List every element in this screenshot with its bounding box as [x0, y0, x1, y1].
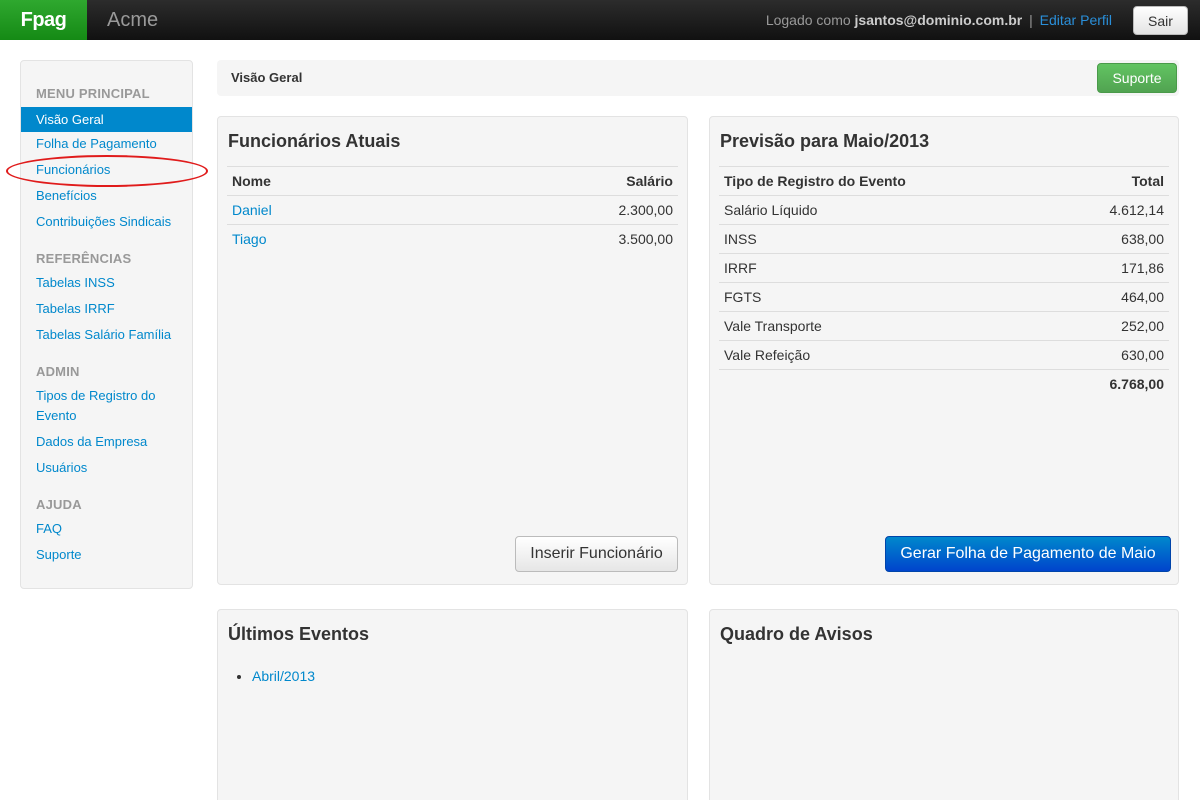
list-item: Abril/2013: [252, 666, 315, 686]
table-row: FGTS 464,00: [719, 282, 1169, 311]
table-row: Vale Transporte 252,00: [719, 311, 1169, 340]
sidebar: MENU PRINCIPAL Visão Geral Folha de Paga…: [20, 60, 193, 589]
sidebar-header-admin: ADMIN: [36, 364, 80, 379]
forecast-table: Tipo de Registro do Evento Total Salário…: [719, 166, 1169, 398]
sidebar-item-contribuicoes-sindicais[interactable]: Contribuições Sindicais: [36, 212, 171, 232]
column-header-salario: Salário: [626, 173, 673, 189]
notices-panel: Quadro de Avisos: [709, 609, 1179, 800]
support-button[interactable]: Suporte: [1097, 63, 1177, 93]
employee-salary: 2.300,00: [618, 202, 674, 218]
employee-name-link[interactable]: Daniel: [232, 196, 272, 225]
table-row: IRRF 171,86: [719, 253, 1169, 282]
sidebar-item-tabelas-salario-familia[interactable]: Tabelas Salário Família: [36, 325, 171, 345]
event-total: 171,86: [1121, 260, 1164, 276]
annotation-ellipse: [6, 155, 208, 187]
sidebar-item-visao-geral[interactable]: Visão Geral: [21, 107, 192, 132]
logged-as-label: Logado como: [765, 12, 851, 28]
sidebar-item-tipos-de-registro-line2[interactable]: Evento: [36, 406, 76, 426]
column-header-total: Total: [1131, 173, 1164, 189]
sidebar-item-dados-da-empresa[interactable]: Dados da Empresa: [36, 432, 147, 452]
grand-total: 6.768,00: [1109, 376, 1165, 392]
event-type: Salário Líquido: [724, 202, 818, 218]
table-row: Salário Líquido 4.612,14: [719, 195, 1169, 224]
table-total-row: 6.768,00: [719, 369, 1169, 398]
sidebar-item-folha-de-pagamento[interactable]: Folha de Pagamento: [36, 134, 157, 154]
user-separator: |: [1029, 12, 1033, 28]
table-row: Tiago 3.500,00: [227, 224, 678, 253]
event-type: IRRF: [724, 260, 757, 276]
company-name: Acme: [107, 9, 159, 31]
event-total: 638,00: [1121, 231, 1164, 247]
insert-employee-button[interactable]: Inserir Funcionário: [515, 536, 678, 572]
event-type: Vale Transporte: [724, 318, 822, 334]
table-row: INSS 638,00: [719, 224, 1169, 253]
logout-button[interactable]: Sair: [1133, 6, 1188, 35]
table-header-row: Tipo de Registro do Evento Total: [719, 166, 1169, 195]
sidebar-header-menu-principal: MENU PRINCIPAL: [36, 86, 150, 101]
event-type: INSS: [724, 231, 757, 247]
events-panel: Últimos Eventos Abril/2013: [217, 609, 688, 800]
sidebar-item-suporte[interactable]: Suporte: [36, 545, 82, 565]
forecast-panel: Previsão para Maio/2013 Tipo de Registro…: [709, 116, 1179, 585]
employee-name-link[interactable]: Tiago: [232, 225, 267, 254]
sidebar-header-ajuda: AJUDA: [36, 497, 82, 512]
table-row: Daniel 2.300,00: [227, 195, 678, 224]
sidebar-header-referencias: REFERÊNCIAS: [36, 251, 132, 266]
event-type: Vale Refeição: [724, 347, 811, 363]
user-email: jsantos@dominio.com.br: [854, 12, 1023, 28]
employees-table: Nome Salário Daniel 2.300,00 Tiago 3.500…: [227, 166, 678, 253]
employee-salary: 3.500,00: [618, 231, 674, 247]
table-header-row: Nome Salário: [227, 166, 678, 195]
brand-logo[interactable]: Fpag: [0, 0, 87, 40]
event-link[interactable]: Abril/2013: [252, 668, 315, 684]
event-total: 4.612,14: [1109, 202, 1165, 218]
user-info: Logado como jsantos@dominio.com.br | Edi…: [766, 0, 1112, 40]
events-list: Abril/2013: [238, 666, 315, 686]
table-row: Vale Refeição 630,00: [719, 340, 1169, 369]
sidebar-item-faq[interactable]: FAQ: [36, 519, 62, 539]
events-title: Últimos Eventos: [228, 624, 370, 644]
sidebar-item-usuarios[interactable]: Usuários: [36, 458, 87, 478]
event-total: 464,00: [1121, 289, 1164, 305]
column-header-tipo: Tipo de Registro do Evento: [724, 173, 906, 189]
event-total: 630,00: [1121, 347, 1164, 363]
breadcrumb: Visão Geral Suporte: [217, 60, 1179, 96]
forecast-title: Previsão para Maio/2013: [720, 131, 930, 151]
sidebar-item-beneficios[interactable]: Benefícios: [36, 186, 97, 206]
top-navbar: Fpag Acme Logado como jsantos@dominio.co…: [0, 0, 1200, 40]
sidebar-item-tabelas-inss[interactable]: Tabelas INSS: [36, 273, 115, 293]
page-title: Visão Geral: [231, 70, 303, 85]
generate-payroll-button[interactable]: Gerar Folha de Pagamento de Maio: [885, 536, 1171, 572]
sidebar-item-tipos-de-registro-line1[interactable]: Tipos de Registro do: [36, 386, 155, 406]
employees-title: Funcionários Atuais: [228, 131, 401, 151]
event-total: 252,00: [1121, 318, 1164, 334]
employees-panel: Funcionários Atuais Nome Salário Daniel …: [217, 116, 688, 585]
event-type: FGTS: [724, 289, 762, 305]
sidebar-item-tabelas-irrf[interactable]: Tabelas IRRF: [36, 299, 115, 319]
edit-profile-link[interactable]: Editar Perfil: [1040, 12, 1112, 28]
column-header-nome: Nome: [232, 173, 271, 189]
notices-title: Quadro de Avisos: [720, 624, 873, 644]
